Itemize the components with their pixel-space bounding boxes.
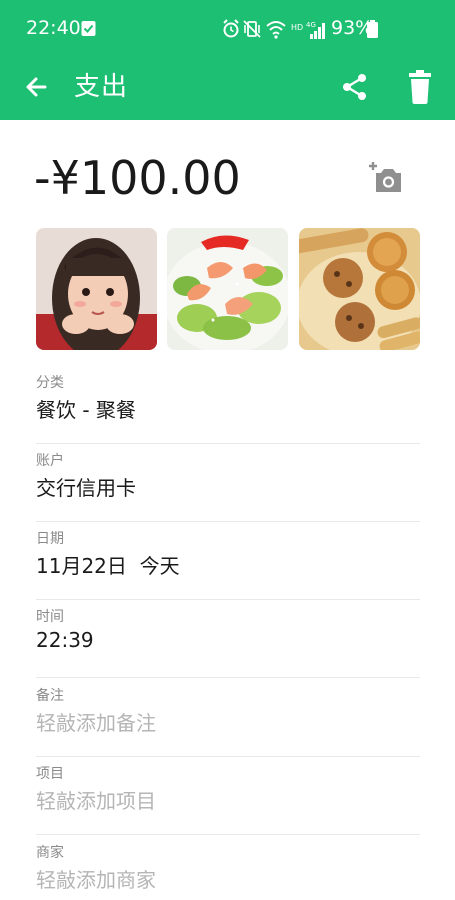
status-time: 22:40	[26, 17, 81, 39]
field-value: 22:39	[36, 628, 94, 652]
vibrate-off-icon	[243, 20, 261, 38]
field-date[interactable]: 日期 11月22日 今天	[36, 522, 420, 600]
field-label: 项目	[36, 766, 64, 782]
svg-text:HD: HD	[291, 23, 303, 32]
field-value: 交行信用卡	[36, 476, 136, 500]
field-category[interactable]: 分类 餐饮 - 聚餐	[36, 366, 420, 444]
field-label: 分类	[36, 375, 64, 391]
svg-text:4G: 4G	[306, 21, 316, 29]
field-placeholder: 轻敲添加备注	[36, 711, 156, 735]
field-account[interactable]: 账户 交行信用卡	[36, 444, 420, 522]
photo-strip	[36, 228, 420, 350]
photo-thumbnail-3[interactable]	[299, 228, 420, 350]
wifi-icon	[266, 21, 286, 39]
photo-thumbnail-1[interactable]	[36, 228, 157, 350]
field-placeholder: 轻敲添加商家	[36, 868, 156, 892]
add-photo-icon[interactable]	[367, 158, 407, 198]
field-merchant[interactable]: 商家 轻敲添加商家	[36, 836, 420, 900]
amount-value[interactable]: -¥100.00	[34, 150, 241, 206]
arrow-left-icon[interactable]	[20, 70, 54, 104]
field-project[interactable]: 项目 轻敲添加项目	[36, 757, 420, 835]
field-label: 商家	[36, 845, 64, 861]
page-title: 支出	[74, 72, 129, 102]
field-label: 账户	[36, 453, 64, 469]
field-note[interactable]: 备注 轻敲添加备注	[36, 679, 420, 757]
check-square-icon	[81, 21, 96, 36]
field-value: 餐饮 - 聚餐	[36, 398, 136, 422]
field-label: 时间	[36, 609, 64, 625]
field-placeholder: 轻敲添加项目	[36, 789, 156, 813]
status-bar: 22:40 HD 4G 93%	[0, 0, 455, 58]
app-bar: 支出	[0, 58, 455, 120]
field-time[interactable]: 时间 22:39	[36, 600, 420, 678]
battery-icon	[367, 20, 378, 38]
field-label: 日期	[36, 531, 64, 547]
alarm-icon	[223, 19, 239, 38]
status-icons-group: HD 4G	[223, 19, 325, 39]
trash-icon[interactable]	[404, 69, 436, 105]
field-value: 11月22日 今天	[36, 554, 180, 578]
share-icon[interactable]	[338, 70, 372, 104]
field-label: 备注	[36, 688, 64, 704]
photo-thumbnail-2[interactable]	[167, 228, 288, 350]
